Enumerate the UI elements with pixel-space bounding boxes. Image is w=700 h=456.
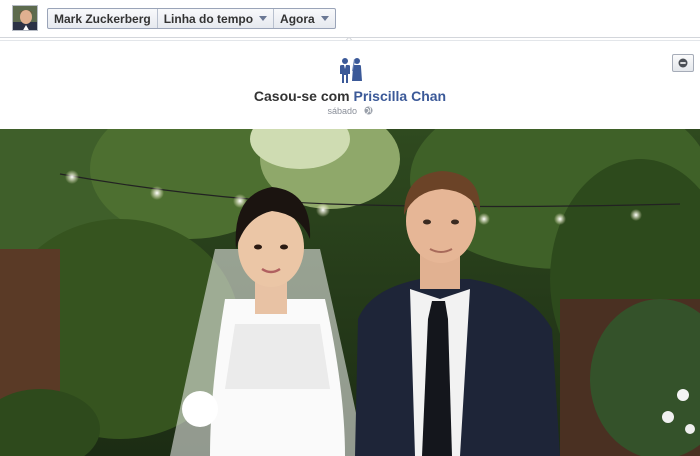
date-dropdown-label: Agora xyxy=(280,11,315,26)
timeline-nav-bar: Mark Zuckerberg Linha do tempo Agora xyxy=(0,0,700,38)
chevron-down-icon xyxy=(259,16,268,21)
event-title: Casou-se com Priscilla Chan xyxy=(0,88,700,104)
profile-name-label: Mark Zuckerberg xyxy=(54,11,151,26)
event-date[interactable]: sábado xyxy=(327,106,357,116)
globe-icon[interactable] xyxy=(363,106,373,115)
wedding-couple-icon xyxy=(340,58,362,83)
life-event-header: Casou-se com Priscilla Chan sábado xyxy=(0,40,700,129)
avatar[interactable] xyxy=(12,5,38,31)
wedding-photo[interactable] xyxy=(0,129,700,456)
timeline-dropdown[interactable]: Linha do tempo xyxy=(158,9,275,28)
timeline-dropdown-label: Linha do tempo xyxy=(163,11,254,26)
breadcrumb: Mark Zuckerberg Linha do tempo Agora xyxy=(47,8,336,29)
date-dropdown[interactable]: Agora xyxy=(274,9,335,28)
wedding-photo-image xyxy=(0,129,700,456)
partner-name-link[interactable]: Priscilla Chan xyxy=(354,88,447,104)
minus-circle-icon xyxy=(678,58,688,68)
profile-name-link[interactable]: Mark Zuckerberg xyxy=(48,9,158,28)
chevron-down-icon xyxy=(320,16,329,21)
collapse-button[interactable] xyxy=(672,54,694,72)
event-meta: sábado xyxy=(0,106,700,116)
event-title-prefix: Casou-se com xyxy=(253,88,350,104)
